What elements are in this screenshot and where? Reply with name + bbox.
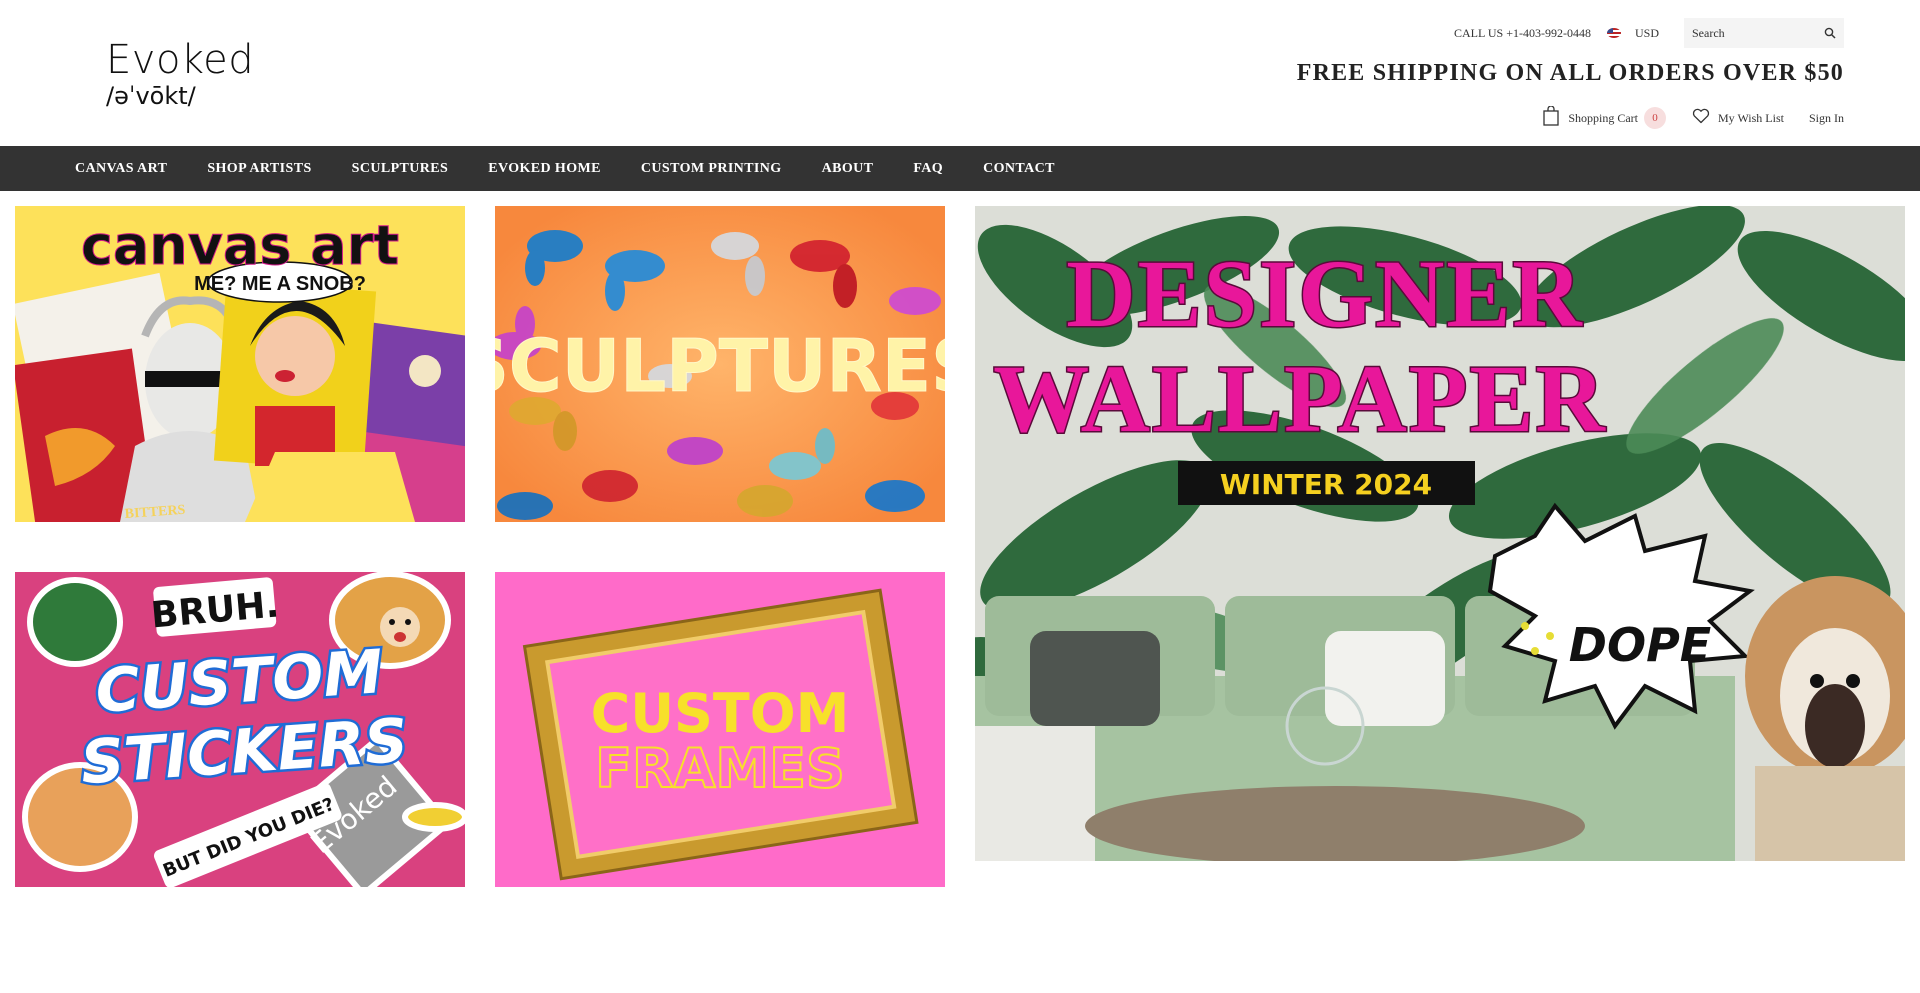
dope-text: DOPE [1569,618,1711,672]
shopping-cart-link[interactable]: Shopping Cart 0 [1543,105,1666,130]
sculptures-title: SCULPTURES [495,324,945,408]
search-box [1684,18,1844,48]
free-shipping-banner: FREE SHIPPING ON ALL ORDERS OVER $50 [1296,60,1844,86]
cart-count-badge: 0 [1644,107,1666,129]
nav-item-canvas-art[interactable]: CANVAS ART [75,161,167,177]
wishlist-link[interactable]: My Wish List [1692,108,1784,128]
site-header: Evoked /əˈvōkt/ CALL US +1-403-992-0448 … [0,0,1920,146]
account-links: Shopping Cart 0 My Wish List Sign In [1543,105,1844,130]
logo-wordmark: Evoked [106,37,255,83]
frames-line2: FRAMES [595,737,845,800]
site-logo[interactable]: Evoked /əˈvōkt/ [106,38,254,110]
sculptures-banner[interactable]: SCULPTURES [495,206,945,522]
search-input[interactable] [1692,25,1812,41]
wallpaper-line2: WALLPAPER [993,345,1607,452]
logo-phonetic: /əˈvōkt/ [106,82,196,110]
heart-icon [1692,108,1710,128]
search-icon[interactable] [1824,27,1836,39]
sign-in-link[interactable]: Sign In [1809,111,1844,126]
nav-item-shop-artists[interactable]: SHOP ARTISTS [207,161,311,177]
custom-frames-banner[interactable]: CUSTOM FRAMES [495,572,945,887]
nav-item-sculptures[interactable]: SCULPTURES [352,161,449,177]
wishlist-label: My Wish List [1718,110,1784,125]
wallpaper-season: WINTER 2024 [1220,468,1432,501]
custom-stickers-banner[interactable]: BRUH. CUSTOM STICKERS BUT DID YOU DIE? E… [15,572,465,887]
nav-item-evoked-home[interactable]: EVOKED HOME [488,161,601,177]
shopping-bag-icon [1543,105,1559,130]
frames-line1: CUSTOM [591,682,850,745]
top-utility-bar: CALL US +1-403-992-0448 USD [1454,18,1844,48]
nav-item-custom-printing[interactable]: CUSTOM PRINTING [641,161,782,177]
nav-item-contact[interactable]: CONTACT [983,161,1055,177]
call-us-text[interactable]: CALL US +1-403-992-0448 [1454,26,1591,41]
nav-item-about[interactable]: ABOUT [822,161,874,177]
shopping-cart-label: Shopping Cart [1568,110,1638,125]
us-flag-icon [1606,28,1621,38]
canvas-art-banner[interactable]: ME? ME A SNOB? canvas art BITTERS [15,206,465,522]
main-navigation: CANVAS ART SHOP ARTISTS SCULPTURES EVOKE… [0,146,1920,191]
currency-selector[interactable]: USD [1606,25,1659,41]
wallpaper-line1: DESIGNER [1066,240,1583,347]
designer-wallpaper-banner[interactable]: DESIGNER WALLPAPER WINTER 2024 DOPE [975,206,1905,861]
nav-item-faq[interactable]: FAQ [913,161,943,177]
currency-label: USD [1634,25,1659,40]
canvas-art-title: canvas art [81,214,399,277]
